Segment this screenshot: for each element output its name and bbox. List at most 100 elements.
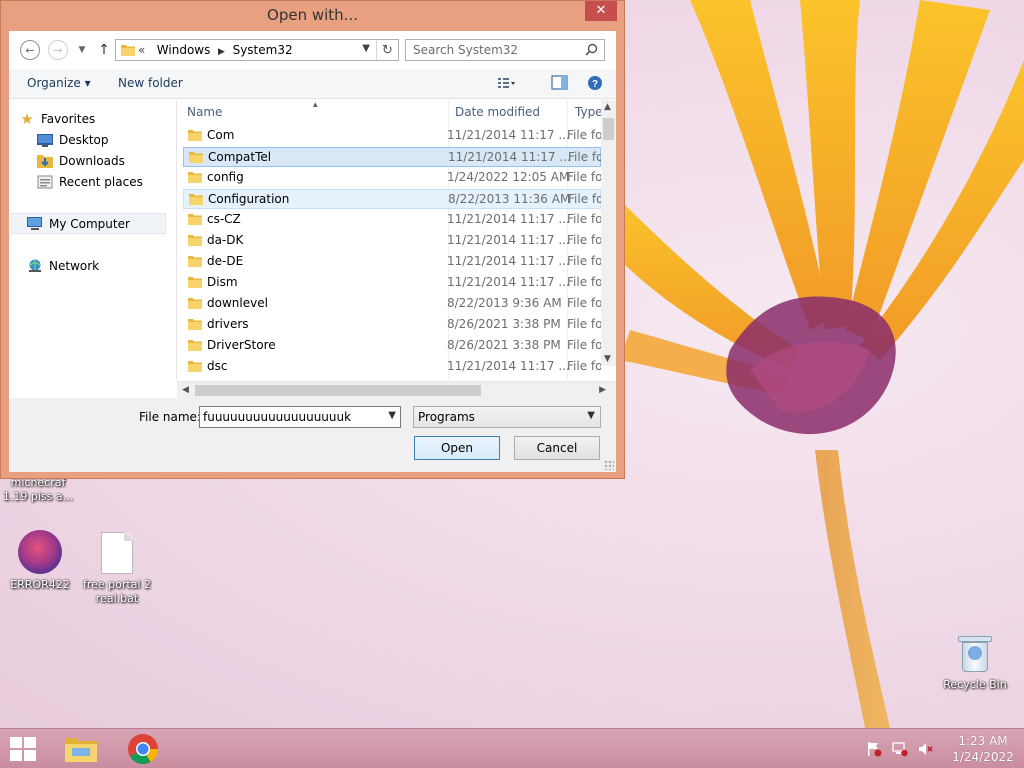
start-button[interactable] [10,737,38,761]
file-name: Dism [207,275,238,289]
vertical-scrollbar[interactable]: ▲ ▼ [601,100,616,366]
nav-item-label: My Computer [49,217,130,231]
address-bar[interactable]: « Windows ▶ System32 ▼ ↻ [115,39,399,61]
refresh-button[interactable]: ↻ [376,40,398,60]
file-date: 11/21/2014 11:17 ... [447,359,570,373]
file-type-select[interactable]: Programs ▼ [413,406,601,428]
file-name: downlevel [207,296,268,310]
file-name: DriverStore [207,338,276,352]
volume-muted-icon[interactable] [916,739,936,759]
file-row[interactable]: Com 11/21/2014 11:17 ...File folder [183,126,601,146]
file-date: 11/21/2014 11:17 ... [447,254,570,268]
file-row[interactable]: de-DE 11/21/2014 11:17 ...File folder [183,252,601,272]
file-row[interactable]: DriverStore 8/26/2021 3:38 PM File folder [183,336,601,356]
breadcrumb-windows[interactable]: Windows [157,43,211,57]
nav-item-my-computer[interactable]: My Computer [27,214,130,234]
desktop-icon-label: Recycle Bin [943,678,1007,691]
help-icon[interactable]: ? [587,75,605,91]
scroll-up-icon[interactable]: ▲ [604,102,611,112]
resize-grip[interactable] [604,460,614,470]
close-button[interactable]: ✕ [585,1,617,21]
nav-item-label: Network [49,259,100,273]
desktop-icon-error422[interactable]: ERROR422 [2,530,78,592]
file-row[interactable]: downlevel 8/22/2013 9:36 AM File folder [183,294,601,314]
column-header-date[interactable]: Date modified [455,100,540,124]
file-type: File folder [567,338,601,352]
organize-button[interactable]: Organize ▾ [27,76,91,90]
scroll-left-icon[interactable]: ◀ [182,385,189,395]
horizontal-scrollbar[interactable]: ◀ ▶ [177,381,616,398]
nav-item-recent-places[interactable]: Recent places [37,172,143,192]
column-header-type[interactable]: Type [575,100,603,124]
new-folder-button[interactable]: New folder [118,76,183,90]
cancel-button[interactable]: Cancel [514,436,600,460]
file-date: 11/21/2014 11:17 ... [447,128,570,142]
dialog-title: Open with... [267,6,358,24]
column-header-name[interactable]: Name [187,100,222,124]
dialog-titlebar[interactable]: Open with... ✕ [1,1,624,31]
folder-icon [188,234,202,249]
file-row[interactable]: CompatTel 11/21/2014 11:17 ...File folder [183,147,602,167]
taskbar-file-explorer[interactable] [53,732,109,766]
file-list: Name ▴ Date modified Type Com 11/21/2014 … [177,100,616,381]
file-type: File folder [567,317,601,331]
desktop-icon-minecraft-partial[interactable]: micnecraf 1.19 piss a... [0,476,76,504]
file-row[interactable]: config 1/24/2022 12:05 AMFile folder [183,168,601,188]
computer-icon [27,216,43,232]
desktop-icon-bat-file[interactable]: free portal 2 real.bat [79,532,155,606]
network-status-icon[interactable] [890,739,910,759]
nav-item-desktop[interactable]: Desktop [37,130,109,150]
file-name: da-DK [207,233,244,247]
file-name-label: File name: [139,410,201,424]
back-button[interactable]: ← [19,39,41,61]
breadcrumb-prefix[interactable]: « [138,43,145,57]
chevron-down-icon[interactable]: ▼ [388,410,396,421]
nav-item-label: Recent places [59,175,143,189]
scroll-right-icon[interactable]: ▶ [599,385,606,395]
open-with-dialog: Open with... ✕ ← → ▼ ↑ « Windows ▶ Syste… [0,0,625,479]
folder-icon [189,193,203,208]
up-button[interactable]: ↑ [93,39,115,61]
clock-date: 1/24/2022 [952,750,1014,764]
file-type: File folder [568,150,602,164]
file-type: File folder [567,128,601,142]
folder-icon [189,151,203,166]
file-row[interactable]: drivers 8/26/2021 3:38 PM File folder [183,315,601,335]
desktop-icon-recycle-bin[interactable]: Recycle Bin [937,632,1013,692]
scroll-down-icon[interactable]: ▼ [604,354,611,364]
search-box[interactable]: Search System32 [405,39,605,61]
address-dropdown-icon[interactable]: ▼ [362,43,370,54]
file-name: de-DE [207,254,244,268]
file-name-input[interactable]: fuuuuuuuuuuuuuuuuuuk ▼ [199,406,401,428]
file-row[interactable]: Configuration 8/22/2013 11:36 AMFile fold… [183,189,602,209]
file-date: 8/26/2021 3:38 PM [447,338,561,352]
view-options-icon[interactable] [497,75,515,91]
clock[interactable]: 1:23 AM 1/24/2022 [942,733,1024,765]
taskbar: 1:23 AM 1/24/2022 [0,728,1024,768]
forward-button[interactable]: → [47,39,69,61]
file-date: 8/22/2013 11:36 AM [448,192,571,206]
recent-locations-dropdown[interactable]: ▼ [71,39,93,61]
dialog-client: ← → ▼ ↑ « Windows ▶ System32 ▼ ↻ Search … [9,31,616,472]
file-row[interactable]: da-DK 11/21/2014 11:17 ...File folder [183,231,601,251]
file-date: 8/22/2013 9:36 AM [447,296,562,310]
file-row[interactable]: dsc 11/21/2014 11:17 ...File folder [183,357,601,377]
horizontal-scroll-thumb[interactable] [195,385,481,396]
breadcrumb-system32[interactable]: System32 [233,43,293,57]
file-row[interactable]: cs-CZ 11/21/2014 11:17 ...File folder [183,210,601,230]
nav-item-favorites[interactable]: ★ Favorites [19,109,95,129]
open-button[interactable]: Open [414,436,500,460]
file-name: CompatTel [208,150,272,164]
action-center-flag-icon[interactable] [864,739,884,759]
taskbar-chrome[interactable] [115,732,171,766]
preview-pane-icon[interactable] [551,75,569,91]
file-date: 1/24/2022 12:05 AM [447,170,570,184]
vertical-scroll-thumb[interactable] [603,118,614,140]
search-placeholder: Search System32 [413,43,519,57]
file-row[interactable]: Dism 11/21/2014 11:17 ...File folder [183,273,601,293]
file-type: File folder [567,254,601,268]
nav-item-downloads[interactable]: Downloads [37,151,125,171]
network-icon [27,258,43,274]
file-date: 11/21/2014 11:17 ... [447,212,570,226]
nav-item-network[interactable]: Network [27,256,99,276]
